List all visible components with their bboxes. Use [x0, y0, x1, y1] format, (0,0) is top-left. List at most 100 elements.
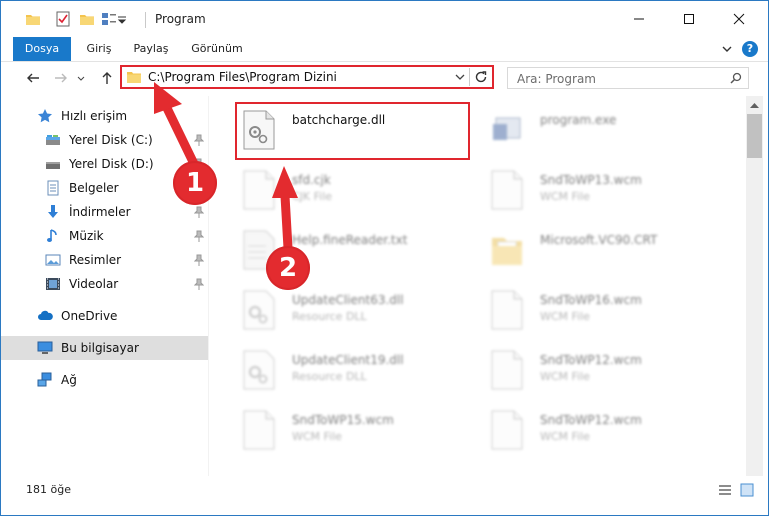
- file-type: WCM File: [540, 370, 590, 383]
- sidebar-item-label: Hızlı erişim: [61, 109, 128, 123]
- exe-file-icon: [493, 117, 521, 140]
- file-item[interactable]: UpdateClient19.dll Resource DLL: [234, 342, 474, 398]
- file-icon: [491, 290, 523, 330]
- sidebar-item-pictures[interactable]: Resimler: [1, 248, 208, 272]
- forward-button[interactable]: [51, 68, 71, 88]
- arrow-up-icon: [102, 72, 112, 84]
- sidebar-item-local-disk-c[interactable]: Yerel Disk (C:): [1, 128, 208, 152]
- close-button[interactable]: [716, 1, 762, 37]
- file-type: WCM File: [540, 190, 590, 203]
- new-folder-icon[interactable]: [79, 11, 95, 27]
- scroll-thumb[interactable]: [747, 114, 762, 158]
- help-icon[interactable]: ?: [742, 41, 758, 57]
- customize-toolbar-icon[interactable]: [117, 11, 127, 27]
- file-name: Help.fineReader.txt: [292, 233, 408, 247]
- file-item[interactable]: UpdateClient63.dll Resource DLL: [234, 282, 474, 338]
- tab-home[interactable]: Giriş: [77, 37, 121, 61]
- search-box[interactable]: [507, 67, 749, 89]
- folder-icon: [492, 238, 522, 265]
- file-name: SndToWP13.wcm: [540, 173, 642, 187]
- arrow-right-icon: [55, 73, 67, 83]
- sidebar-item-label: Resimler: [69, 253, 122, 267]
- disk-icon: [46, 135, 60, 145]
- title-bar: Program: [1, 1, 768, 37]
- search-icon[interactable]: [730, 72, 742, 84]
- back-button[interactable]: [23, 68, 43, 88]
- up-button[interactable]: [97, 68, 117, 88]
- sidebar-item-onedrive[interactable]: OneDrive: [1, 304, 208, 328]
- tiles-view-icon[interactable]: [740, 483, 754, 497]
- chevron-down-icon[interactable]: [454, 71, 466, 83]
- file-name: SndToWP12.wcm: [540, 353, 642, 367]
- computer-icon: [37, 341, 53, 354]
- close-icon: [733, 13, 745, 25]
- ribbon-tabs: Dosya Giriş Paylaş Görünüm ?: [1, 37, 768, 62]
- file-item[interactable]: sfd.cjk CJK File: [234, 162, 474, 218]
- file-type: Resource DLL: [292, 370, 367, 383]
- sidebar-item-label: Belgeler: [69, 181, 119, 195]
- minimize-button[interactable]: [616, 1, 662, 37]
- sidebar-item-label: Yerel Disk (C:): [69, 133, 153, 147]
- file-item[interactable]: SndToWP12.wcm WCM File: [482, 402, 722, 458]
- sidebar-item-network[interactable]: Ağ: [1, 368, 208, 392]
- details-view-icon[interactable]: [718, 483, 732, 497]
- sidebar-item-downloads[interactable]: İndirmeler: [1, 200, 208, 224]
- refresh-icon[interactable]: [474, 70, 488, 84]
- chevron-down-icon[interactable]: [720, 42, 734, 56]
- pin-icon[interactable]: [194, 254, 204, 266]
- file-item[interactable]: Microsoft.VC90.CRT: [482, 222, 722, 278]
- disk-icon: [46, 162, 60, 169]
- address-path: C:\Program Files\Program Dizini: [148, 70, 337, 84]
- address-bar[interactable]: C:\Program Files\Program Dizini: [120, 65, 494, 89]
- arrow-left-icon: [27, 73, 39, 83]
- chevron-up-icon: [750, 102, 759, 108]
- file-item[interactable]: SndToWP16.wcm WCM File: [482, 282, 722, 338]
- scroll-up-button[interactable]: [746, 96, 763, 113]
- file-type: WCM File: [540, 310, 590, 323]
- pin-icon[interactable]: [194, 206, 204, 218]
- search-input[interactable]: [515, 69, 719, 89]
- file-icon: [491, 350, 523, 390]
- sidebar-item-label: Müzik: [69, 229, 104, 243]
- file-item[interactable]: SndToWP15.wcm WCM File: [234, 402, 474, 458]
- sidebar-item-label: Ağ: [61, 373, 77, 387]
- pin-icon[interactable]: [194, 230, 204, 242]
- sidebar-item-music[interactable]: Müzik: [1, 224, 208, 248]
- pane-splitter[interactable]: [208, 96, 209, 476]
- music-icon: [47, 229, 57, 242]
- sidebar-item-label: Yerel Disk (D:): [69, 157, 154, 171]
- star-icon: [38, 109, 52, 123]
- sidebar-item-quick-access[interactable]: Hızlı erişim: [1, 104, 208, 128]
- step-1-badge: 1: [173, 161, 217, 205]
- sidebar-item-videos[interactable]: Videolar: [1, 272, 208, 296]
- tab-share[interactable]: Paylaş: [125, 37, 177, 61]
- file-name: program.exe: [540, 113, 617, 127]
- pictures-icon: [45, 254, 61, 266]
- file-name: UpdateClient19.dll: [292, 353, 404, 367]
- file-name: UpdateClient63.dll: [292, 293, 404, 307]
- recent-locations-button[interactable]: [75, 68, 87, 88]
- tab-file[interactable]: Dosya: [13, 37, 71, 61]
- status-bar: 181 öğe: [1, 477, 768, 515]
- vertical-scrollbar[interactable]: [746, 96, 763, 476]
- view-options-icon[interactable]: [101, 11, 117, 27]
- network-icon: [37, 372, 52, 387]
- file-icon: [243, 170, 275, 210]
- pin-icon[interactable]: [194, 134, 204, 146]
- sidebar-item-label: İndirmeler: [69, 205, 131, 219]
- sidebar-item-this-pc[interactable]: Bu bilgisayar: [1, 336, 208, 360]
- folder-icon: [26, 15, 40, 25]
- file-name: Microsoft.VC90.CRT: [540, 233, 658, 247]
- properties-icon[interactable]: [55, 11, 71, 27]
- pin-icon[interactable]: [194, 278, 204, 290]
- maximize-button[interactable]: [666, 1, 712, 37]
- file-type: CJK File: [292, 190, 333, 203]
- navigation-bar: C:\Program Files\Program Dizini: [1, 62, 768, 94]
- file-item-program-exe[interactable]: program.exe: [482, 102, 722, 158]
- documents-icon: [47, 180, 59, 196]
- file-item[interactable]: SndToWP12.wcm WCM File: [482, 342, 722, 398]
- tab-view[interactable]: Görünüm: [185, 37, 249, 61]
- folder-icon: [127, 72, 141, 83]
- dll-file-icon: [243, 290, 275, 330]
- file-item[interactable]: SndToWP13.wcm WCM File: [482, 162, 722, 218]
